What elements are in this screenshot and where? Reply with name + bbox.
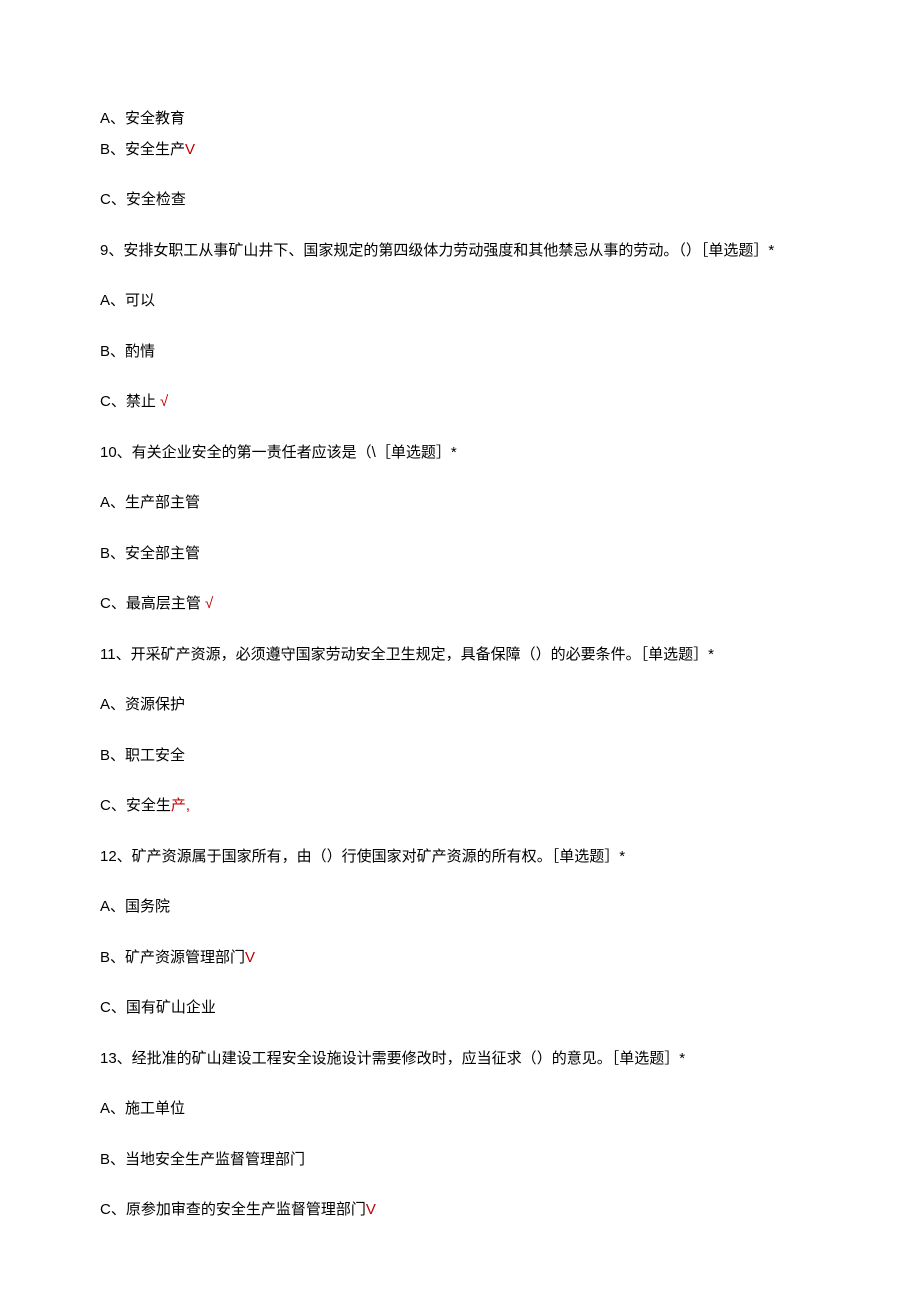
q10-stem: 10、有关企业安全的第一责任者应该是（\［单选题］* [100,442,820,465]
q12-option-b: B、矿产资源管理部门V [100,947,820,970]
q13-stem: 13、经批准的矿山建设工程安全设施设计需要修改时，应当征求（）的意见。［单选题］… [100,1048,820,1071]
check-mark-icon: V [366,1201,376,1218]
q8-option-a: A、安全教育 [100,108,820,131]
q12-option-c: C、国有矿山企业 [100,997,820,1020]
q8-option-b-text: B、安全生产 [100,141,185,158]
q11-option-c-mark: 产, [171,797,190,814]
q12-option-a: A、国务院 [100,896,820,919]
q8-option-b: B、安全生产V [100,139,820,162]
q9-option-b: B、酌情 [100,341,820,364]
q12-option-b-text: B、矿产资源管理部门 [100,949,245,966]
check-mark-icon: V [245,949,255,966]
check-mark-icon: √ [156,393,168,410]
q9-option-c-text: C、禁止 [100,393,156,410]
q9-option-a: A、可以 [100,290,820,313]
check-mark-icon: √ [201,595,213,612]
q11-option-c: C、安全生产, [100,795,820,818]
check-mark-icon: V [185,141,195,158]
q13-option-b: B、当地安全生产监督管理部门 [100,1149,820,1172]
q12-stem: 12、矿产资源属于国家所有，由（）行使国家对矿产资源的所有权。［单选题］* [100,846,820,869]
q8-option-c: C、安全检查 [100,189,820,212]
q10-option-c-text: C、最高层主管 [100,595,201,612]
q9-option-c: C、禁止 √ [100,391,820,414]
q9-stem: 9、安排女职工从事矿山井下、国家规定的第四级体力劳动强度和其他禁忌从事的劳动。（… [100,240,820,263]
q13-option-c: C、原参加审查的安全生产监督管理部门V [100,1199,820,1222]
q13-option-a: A、施工单位 [100,1098,820,1121]
document-page: A、安全教育 B、安全生产V C、安全检查 9、安排女职工从事矿山井下、国家规定… [0,0,920,1310]
q10-option-b: B、安全部主管 [100,543,820,566]
q11-option-a: A、资源保护 [100,694,820,717]
q13-option-c-text: C、原参加审查的安全生产监督管理部门 [100,1201,366,1218]
q11-option-c-text: C、安全生 [100,797,171,814]
q10-option-c: C、最高层主管 √ [100,593,820,616]
q10-option-a: A、生产部主管 [100,492,820,515]
q11-option-b: B、职工安全 [100,745,820,768]
q11-stem: 11、开采矿产资源，必须遵守国家劳动安全卫生规定，具备保障（）的必要条件。［单选… [100,644,820,667]
